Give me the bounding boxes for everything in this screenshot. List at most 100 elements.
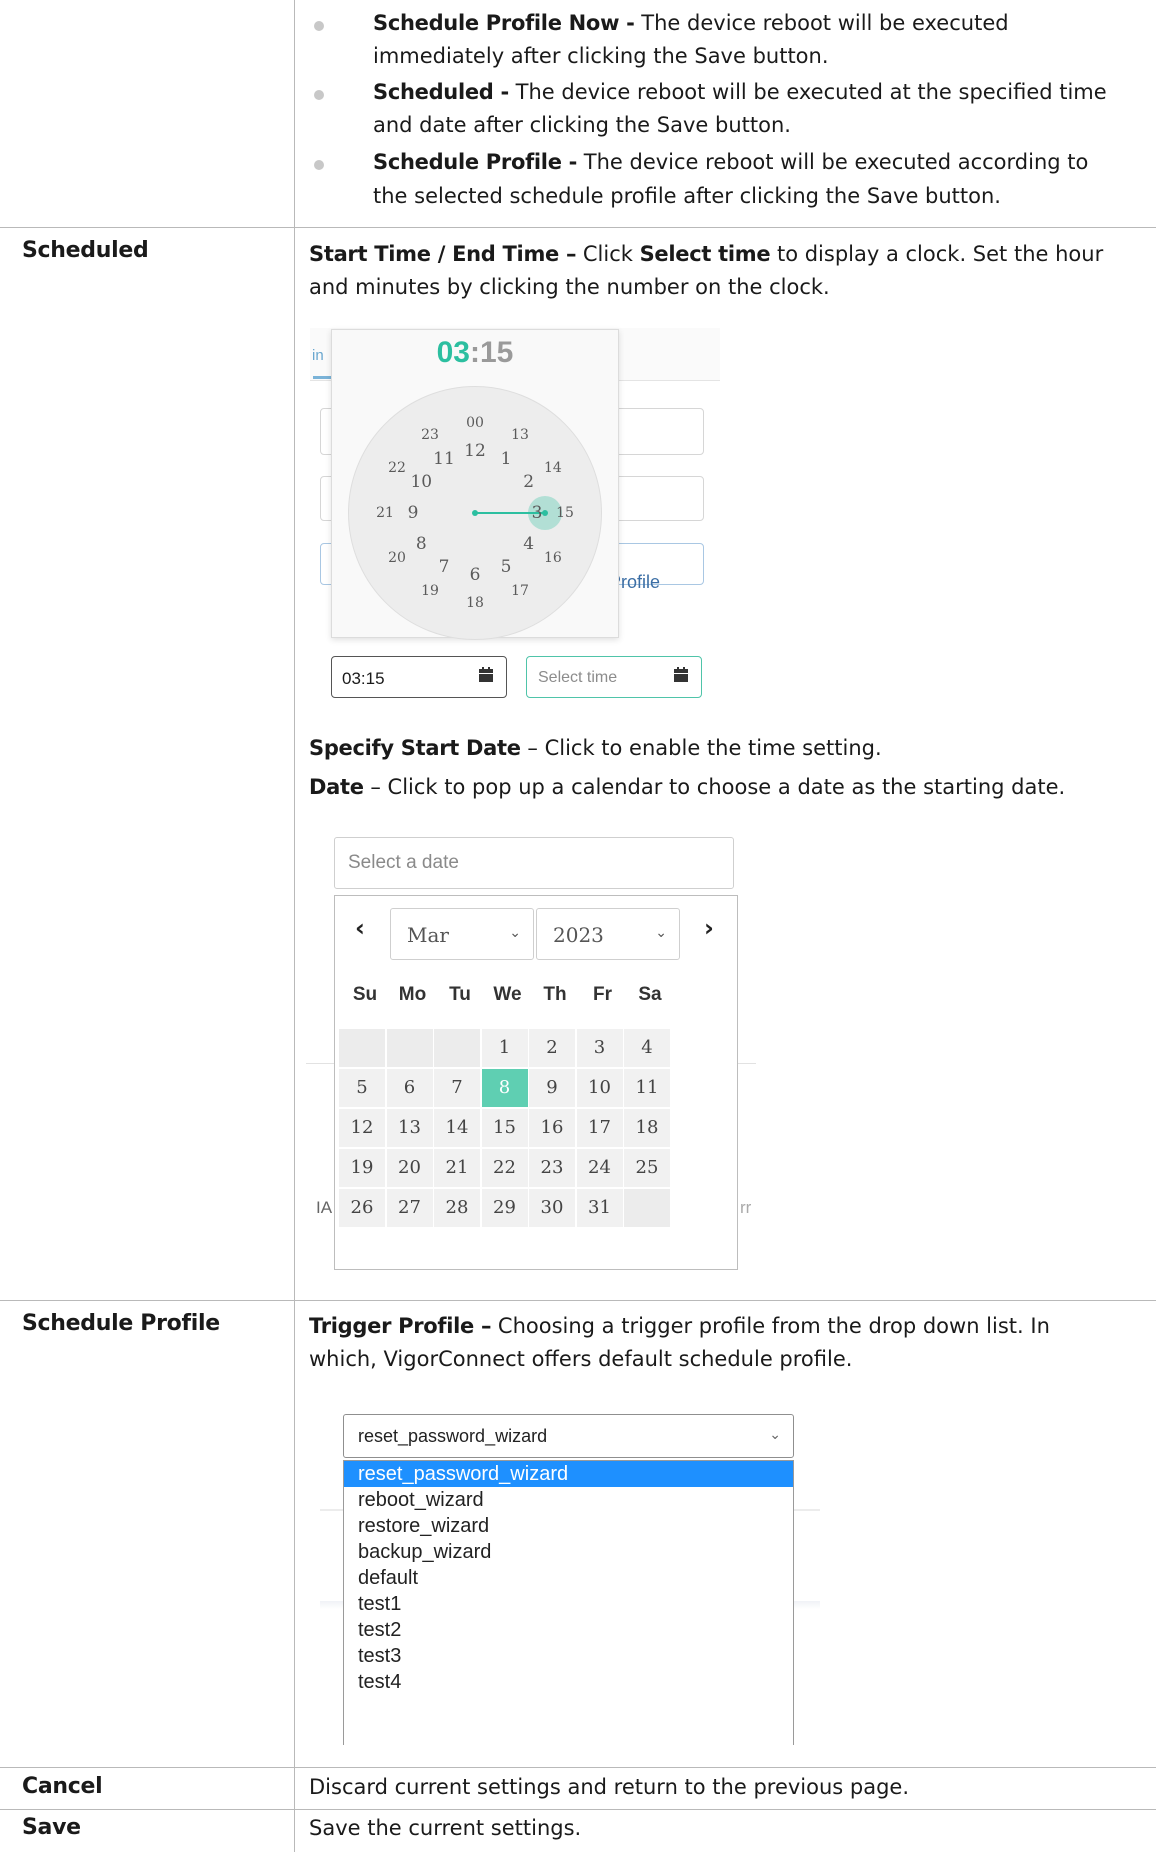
prev-month-arrow[interactable]: ‹ xyxy=(355,914,365,942)
dropdown-option[interactable]: restore_wizard xyxy=(344,1513,793,1539)
tab-underline xyxy=(313,376,333,379)
end-time-input[interactable]: Select time xyxy=(526,656,702,698)
calendar-day[interactable]: 8 xyxy=(481,1069,528,1107)
dropdown-option[interactable]: test2 xyxy=(344,1617,793,1643)
calendar-day[interactable]: 9 xyxy=(529,1069,575,1107)
clock-number-outer[interactable]: 13 xyxy=(511,427,529,443)
clock-time-display: 03:15 xyxy=(436,336,514,369)
row-label-scheduled: Scheduled xyxy=(22,238,149,263)
clock-number-inner[interactable]: 7 xyxy=(439,557,450,577)
calendar-empty-cell xyxy=(434,1029,480,1067)
row-divider xyxy=(0,1809,1156,1810)
clock-number-inner[interactable]: 11 xyxy=(433,449,455,469)
dropdown-option[interactable]: test4 xyxy=(344,1669,793,1695)
dropdown-option[interactable]: reset_password_wizard xyxy=(344,1461,793,1487)
clock-number-outer[interactable]: 19 xyxy=(421,583,439,599)
row-divider xyxy=(0,1300,1156,1301)
clock-number-outer[interactable]: 23 xyxy=(421,427,439,443)
date-input[interactable]: Select a date xyxy=(334,837,734,889)
calendar-day[interactable]: 22 xyxy=(481,1149,528,1187)
calendar-day[interactable]: 20 xyxy=(386,1149,433,1187)
calendar-day[interactable]: 7 xyxy=(434,1069,480,1107)
dropdown-option[interactable]: test3 xyxy=(344,1643,793,1669)
weekday-header: Fr xyxy=(593,984,612,1005)
clock-number-outer[interactable]: 18 xyxy=(466,595,484,611)
calendar-day[interactable]: 12 xyxy=(339,1109,385,1147)
calendar-icon xyxy=(479,667,493,682)
calendar-day[interactable]: 6 xyxy=(386,1069,433,1107)
clock-hour[interactable]: 03 xyxy=(437,336,470,369)
calendar-day[interactable]: 16 xyxy=(529,1109,575,1147)
clock-number-inner[interactable]: 2 xyxy=(523,472,534,492)
clock-number-outer[interactable]: 00 xyxy=(466,415,484,431)
row-label-save: Save xyxy=(22,1815,81,1840)
calendar-day[interactable]: 2 xyxy=(529,1029,575,1067)
clock-number-outer[interactable]: 16 xyxy=(544,550,562,566)
calendar-day[interactable]: 11 xyxy=(624,1069,670,1107)
row-divider xyxy=(0,1767,1156,1768)
clock-number-inner[interactable]: 1 xyxy=(501,449,512,469)
clock-number-inner[interactable]: 6 xyxy=(470,565,481,585)
weekday-header: Th xyxy=(543,984,567,1005)
calendar-empty-cell xyxy=(624,1189,670,1227)
chevron-down-icon: ⌄ xyxy=(509,925,521,941)
calendar-day[interactable]: 17 xyxy=(576,1109,623,1147)
calendar-day[interactable]: 13 xyxy=(386,1109,433,1147)
calendar-day[interactable]: 18 xyxy=(624,1109,670,1147)
clock-dial[interactable]: 00 13 14 15 16 17 18 19 20 21 22 23 12 1 2 3 4 5 6 7 8 9 10 11 xyxy=(348,386,602,640)
dropdown-option[interactable]: test1 xyxy=(344,1591,793,1617)
bullet-dot xyxy=(314,90,324,100)
bullet-text-cont: immediately after clicking the Save butt… xyxy=(373,44,829,68)
calendar-day[interactable]: 26 xyxy=(339,1189,385,1227)
calendar-day[interactable]: 25 xyxy=(624,1149,670,1187)
clock-number-inner[interactable]: 9 xyxy=(408,503,419,523)
calendar-day[interactable]: 29 xyxy=(481,1189,528,1227)
clock-number-outer[interactable]: 14 xyxy=(544,460,562,476)
trigger-profile-options: reset_password_wizard reboot_wizard restor… xyxy=(343,1460,794,1745)
weekday-header: Sa xyxy=(638,984,662,1005)
clock-number-inner[interactable]: 3 xyxy=(532,503,543,523)
trigger-profile-select[interactable]: reset_password_wizard ⌄ xyxy=(343,1414,794,1458)
month-select[interactable]: Mar ⌄ xyxy=(390,908,534,960)
calendar-day[interactable]: 4 xyxy=(624,1029,670,1067)
specify-start-date-desc: Specify Start Date – Click to enable the… xyxy=(309,736,882,760)
date-desc: Date – Click to pop up a calendar to cho… xyxy=(309,775,1066,799)
clock-number-inner[interactable]: 8 xyxy=(416,534,427,554)
calendar-day[interactable]: 21 xyxy=(434,1149,480,1187)
calendar-popup: ‹ Mar ⌄ 2023 ⌄ › Su Mo Tu We Th Fr Sa 1 2 3 4 5 6 7 8 9 10… xyxy=(334,895,738,1270)
year-select[interactable]: 2023 ⌄ xyxy=(536,908,680,960)
calendar-day[interactable]: 5 xyxy=(339,1069,385,1107)
clock-number-outer[interactable]: 17 xyxy=(511,583,529,599)
calendar-day[interactable]: 1 xyxy=(481,1029,528,1067)
calendar-day[interactable]: 24 xyxy=(576,1149,623,1187)
bullet-text-cont: the selected schedule profile after clic… xyxy=(373,184,1001,208)
clock-number-inner[interactable]: 10 xyxy=(410,472,432,492)
calendar-day[interactable]: 15 xyxy=(481,1109,528,1147)
calendar-day[interactable]: 19 xyxy=(339,1149,385,1187)
dropdown-option[interactable]: backup_wizard xyxy=(344,1539,793,1565)
next-month-arrow[interactable]: › xyxy=(704,914,714,942)
clock-number-inner[interactable]: 5 xyxy=(501,557,512,577)
bullet-text-cont: and date after clicking the Save button. xyxy=(373,113,791,137)
background-text-right: rr xyxy=(740,1198,752,1217)
dropdown-option[interactable]: default xyxy=(344,1565,793,1591)
bullet-dot xyxy=(314,160,324,170)
clock-number-outer[interactable]: 21 xyxy=(376,505,394,521)
calendar-day[interactable]: 14 xyxy=(434,1109,480,1147)
clock-number-inner[interactable]: 12 xyxy=(464,441,486,461)
calendar-day[interactable]: 23 xyxy=(529,1149,575,1187)
clock-minute[interactable]: 15 xyxy=(480,336,513,369)
calendar-day[interactable]: 31 xyxy=(576,1189,623,1227)
dropdown-option[interactable]: reboot_wizard xyxy=(344,1487,793,1513)
clock-number-outer[interactable]: 22 xyxy=(388,460,406,476)
start-time-input[interactable]: 03:15 xyxy=(331,656,507,698)
calendar-day[interactable]: 27 xyxy=(386,1189,433,1227)
calendar-day[interactable]: 30 xyxy=(529,1189,575,1227)
clock-number-outer[interactable]: 20 xyxy=(388,550,406,566)
calendar-day[interactable]: 28 xyxy=(434,1189,480,1227)
clock-number-inner[interactable]: 4 xyxy=(523,534,534,554)
calendar-day[interactable]: 3 xyxy=(576,1029,623,1067)
clock-number-outer[interactable]: 15 xyxy=(556,505,574,521)
table-column-divider xyxy=(294,0,295,1852)
calendar-day[interactable]: 10 xyxy=(576,1069,623,1107)
